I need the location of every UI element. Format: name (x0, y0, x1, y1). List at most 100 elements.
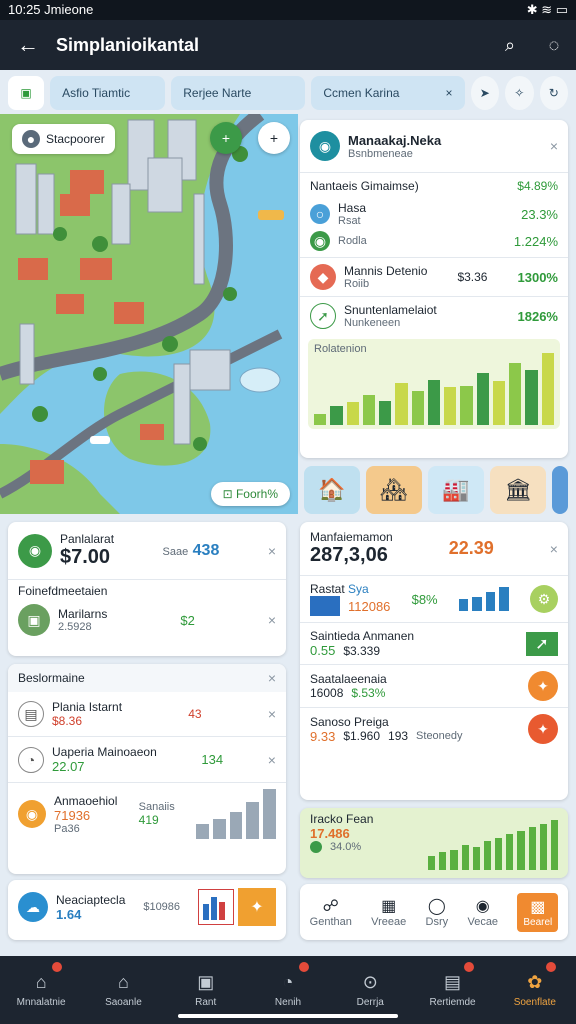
nav-label: Rertiemde (429, 997, 476, 1008)
home-indicator[interactable] (178, 1014, 398, 1018)
house-icon: ⌂ (117, 972, 129, 992)
details-card: Beslormaine × ▤ Plania Istarnt $8.36 43 ×… (8, 664, 286, 874)
tool-1[interactable]: ☍ Genthan (310, 896, 352, 928)
chart-bar (411, 390, 424, 425)
card3-name: Neaciaptecla (56, 892, 126, 907)
map-location-label[interactable]: ● Stacpoorer (12, 124, 115, 154)
clock-icon: ◔ (282, 972, 294, 992)
thumbnail-3[interactable]: 🏭 (428, 466, 484, 514)
map-add-icon[interactable]: + (210, 122, 242, 154)
chip-close-icon[interactable]: × (446, 86, 453, 100)
mini-bar (212, 819, 226, 839)
nav-label: Derrja (356, 997, 384, 1008)
chip-3[interactable]: Ccmen Karina × (311, 76, 465, 110)
tool-5[interactable]: ▩ Bearel (517, 892, 559, 932)
right1-row3-a: 16008 (310, 686, 344, 700)
mini-bar (485, 591, 496, 611)
layers-icon[interactable]: ✧ (505, 76, 534, 110)
card2-row2-a: 22.07 (52, 759, 85, 774)
card2-row2-b: 134 (201, 752, 224, 767)
chart-icon: ▩ (530, 898, 546, 916)
mini-bar (195, 824, 209, 839)
chart-bar (330, 406, 343, 425)
right1-mini-bars (458, 587, 509, 611)
nav-item-6[interactable]: ▤ Rertiemde (411, 956, 493, 1024)
right1-close-icon[interactable]: × (550, 541, 558, 557)
compass-icon[interactable]: ➤ (470, 76, 500, 110)
cloud-icon: ☁ (18, 892, 48, 922)
trend-bar (472, 847, 480, 870)
tool-4[interactable]: ◉ Vecae (467, 896, 498, 928)
trend-bar (517, 830, 525, 870)
search-icon[interactable]: ⌕ (488, 35, 532, 56)
city-map[interactable]: ● Stacpoorer + + ⊡ Foorh% (0, 114, 298, 514)
refresh-icon[interactable]: ↻ (539, 76, 568, 110)
chart-thumb-icon[interactable] (198, 889, 234, 925)
map-tag-icon: ⊡ (222, 487, 233, 501)
right1-value: 287,3,06 (310, 544, 388, 566)
right1-row1-tag: Sya (348, 582, 369, 596)
map-tag[interactable]: ⊡ Foorh% (210, 482, 290, 506)
panel-close-icon[interactable]: × (550, 138, 558, 154)
gauge-icon: ◔ (18, 746, 44, 773)
chart-bars (314, 353, 554, 425)
tools-icon[interactable]: ⚙ (529, 585, 558, 613)
mini-bar (458, 599, 469, 611)
card1-item-sub: 2.5928 (58, 621, 92, 633)
card1-close-icon[interactable]: × (268, 543, 276, 559)
mini-bar (246, 801, 260, 839)
chart-bar (427, 379, 441, 425)
thumbnail-1[interactable]: 🏠 (304, 466, 360, 514)
mini-bar (229, 811, 243, 839)
thumbnail-4[interactable]: 🏛 (490, 466, 546, 514)
summary-card: ◉ Panlalarat $7.00 Saae 438 × Foinefdmeet… (8, 522, 286, 656)
chip-3-label: Ccmen Karina (323, 86, 400, 100)
card2-close-icon[interactable]: × (268, 670, 276, 686)
nav-label: Nenih (274, 997, 302, 1008)
chart-bar (395, 383, 408, 425)
thumbnail-5[interactable] (552, 466, 568, 514)
chip-1[interactable]: Asfio Tiamtic (50, 76, 166, 110)
map-thumb-icon: ▣ (18, 604, 50, 636)
nav-item-7[interactable]: ✿ Soenflate (494, 956, 576, 1024)
nav-item-1[interactable]: ⌂ Mnnalatnie (0, 956, 82, 1024)
currency-icon: ◉ (18, 533, 52, 568)
card1-badge: Saae (162, 545, 189, 558)
network-icon: ☍ (322, 898, 339, 915)
card2-row3-a: 71936 (54, 807, 91, 823)
right1-row2-b: $3.339 (343, 643, 381, 658)
card2-row3-name: Anmaoehiol (54, 793, 118, 808)
bottom-card: ☁ Neaciaptecla 1.64 $10986 ✦ (8, 880, 286, 940)
nav-item-2[interactable]: ⌂ Saoanle (82, 956, 164, 1024)
chart-bar (362, 394, 376, 425)
card2-row2-name: Uaperia Mainoaeon (52, 745, 157, 759)
badge-icon[interactable]: ✦ (528, 714, 558, 744)
tool-3[interactable]: ◯ Dsry (426, 896, 449, 928)
chip-2[interactable]: Rerjee Narte (171, 76, 306, 110)
tool-4-label: Vecae (467, 916, 499, 928)
calendar-icon: ▤ (444, 972, 462, 992)
mini-bar (472, 596, 482, 611)
panel-section-value: $4.89% (517, 179, 558, 193)
nav-badge-dot (52, 962, 63, 972)
chat-icon[interactable]: ◌ (532, 35, 576, 56)
tools-card: ☍ Genthan ▦ Vreeae ◯ Dsry ◉ Vecae ▩ Bearel (300, 884, 568, 940)
growth-icon[interactable]: ➚ (526, 631, 558, 656)
thumbnail-2[interactable]: 🏘 (366, 466, 422, 514)
card2-row1-close-icon[interactable]: × (268, 706, 276, 722)
filter-bag-icon[interactable]: ▣ (8, 76, 45, 110)
tool-2[interactable]: ▦ Vreeae (371, 896, 406, 928)
map-plus-icon[interactable]: + (258, 122, 290, 154)
right1-row1-name: Rastat (310, 582, 345, 596)
bar-icon (310, 596, 340, 616)
card2-row3-b: Sanaiis (138, 801, 175, 813)
wallet-icon[interactable]: ✦ (238, 888, 276, 926)
card2-row2-close-icon[interactable]: × (268, 752, 276, 768)
card1-item-close-icon[interactable]: × (268, 612, 276, 628)
row-rodla-value: 1.224% (513, 233, 558, 249)
mini-bar (499, 587, 509, 611)
tag-icon[interactable]: ✦ (528, 671, 558, 701)
back-arrow-icon[interactable]: ← (0, 32, 56, 58)
mini-bar (263, 789, 276, 839)
card3-value: 1.64 (56, 906, 82, 922)
